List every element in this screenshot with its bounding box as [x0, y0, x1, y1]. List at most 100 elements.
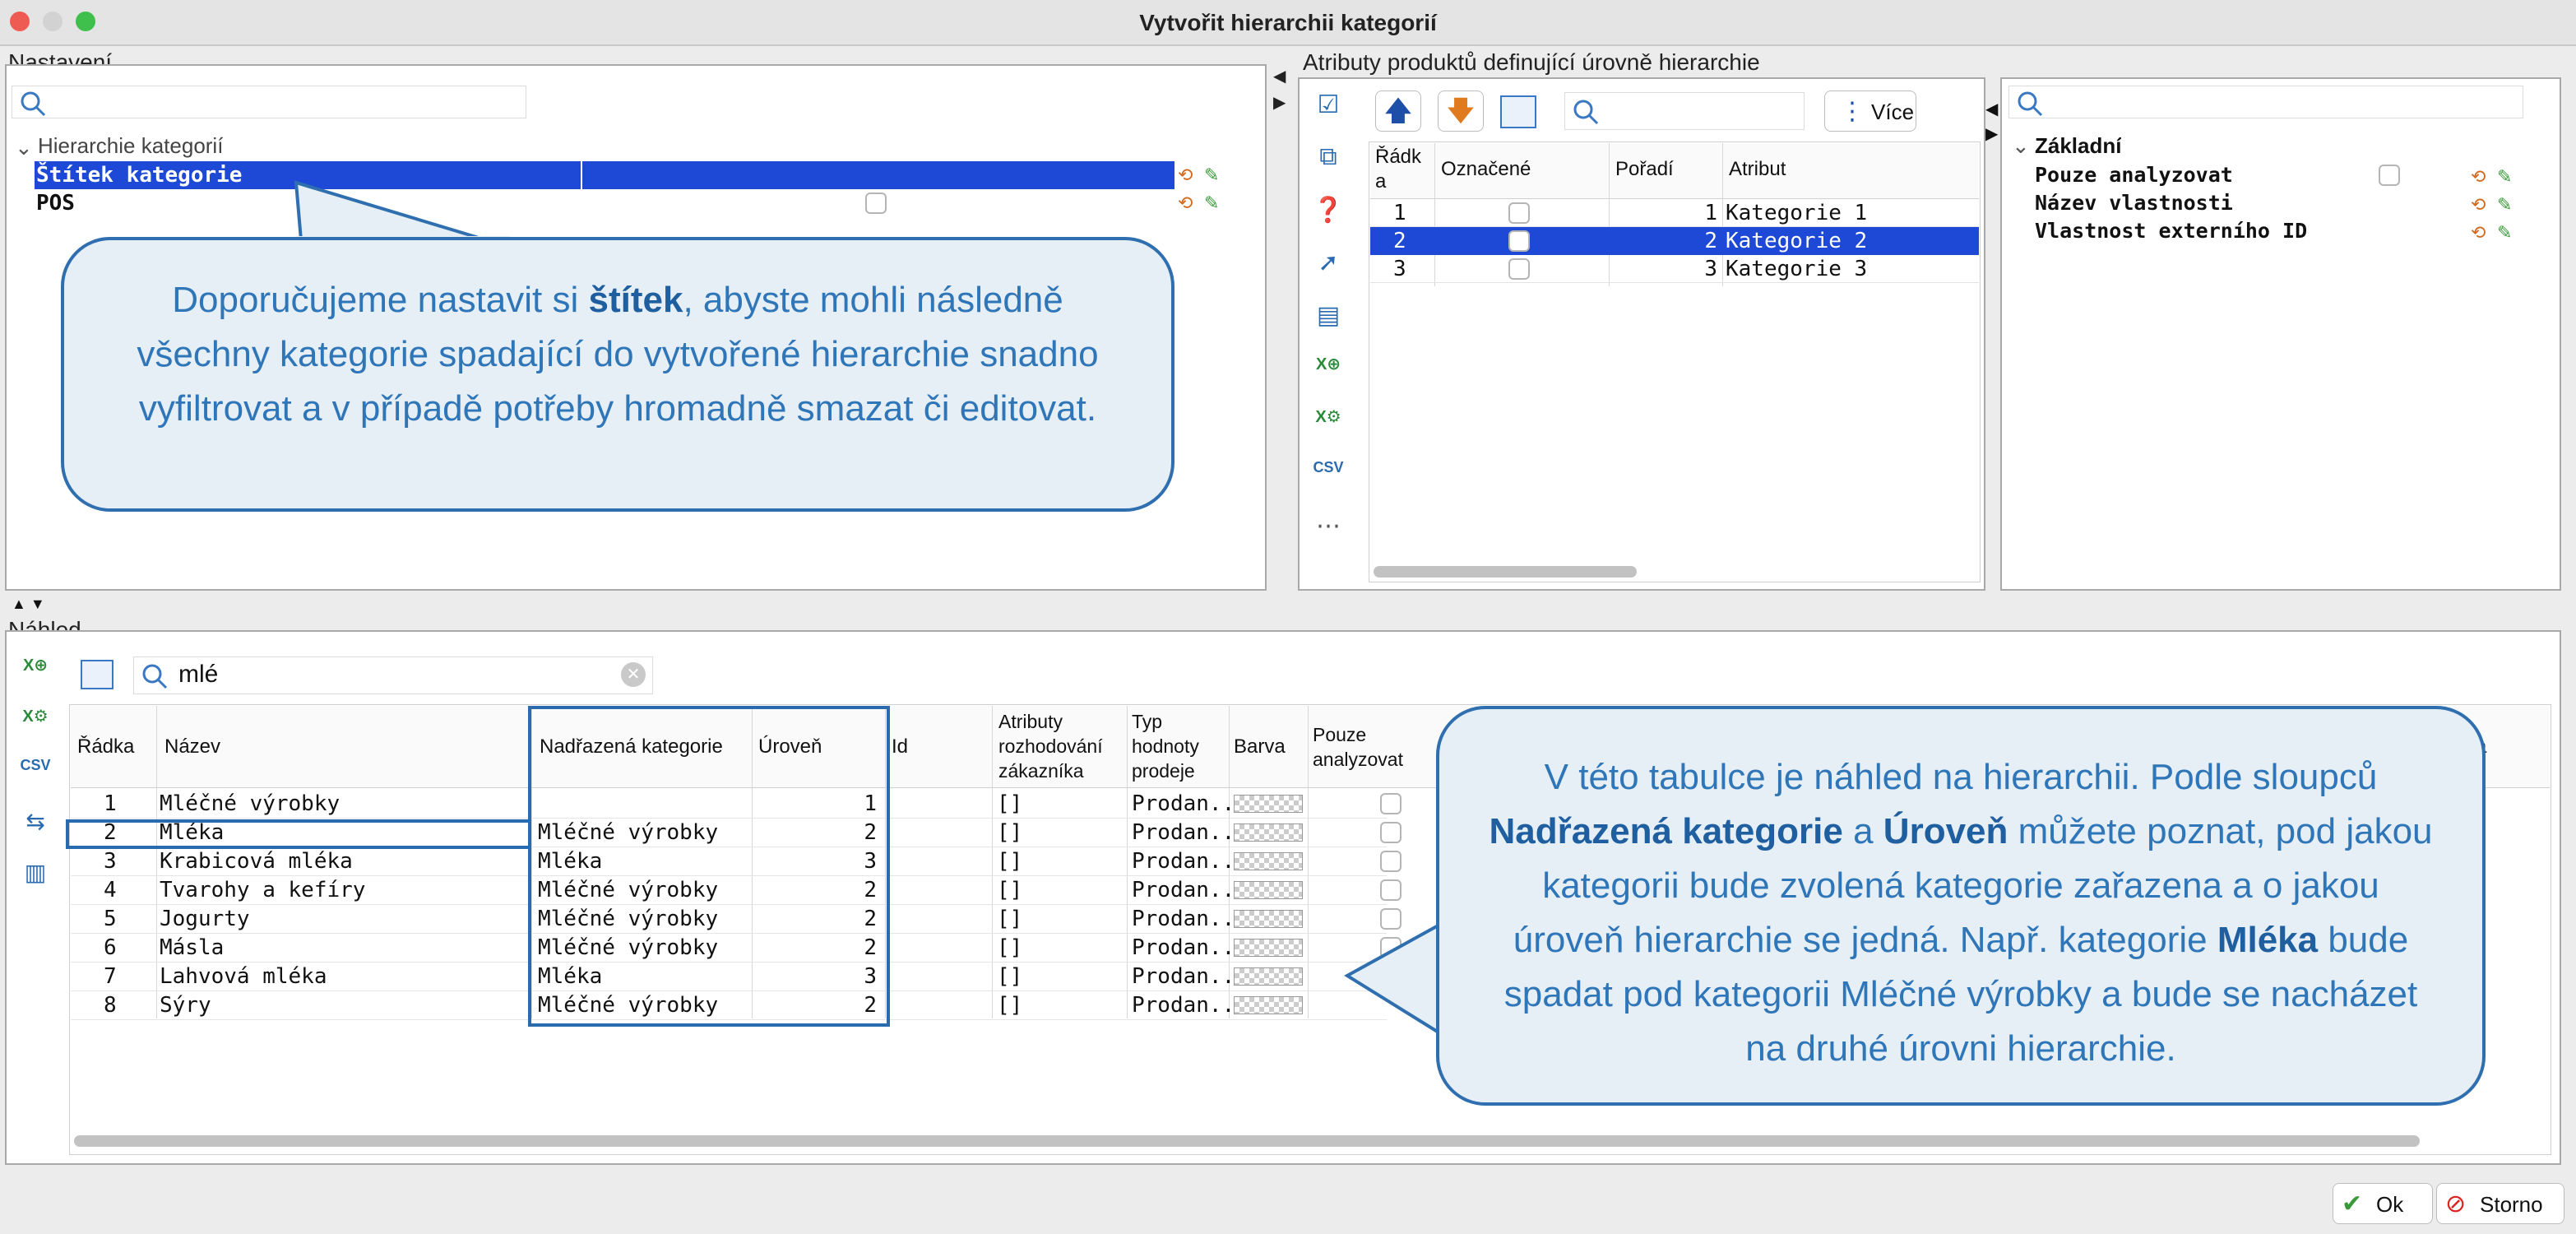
- pouze-analyzovat-checkbox[interactable]: [2379, 165, 2400, 186]
- csv-import-icon[interactable]: CSV: [1306, 459, 1351, 512]
- property-label: Název vlastnosti: [2035, 191, 2233, 215]
- cell-radka: 6: [104, 935, 117, 960]
- col-atributy-header: Atributy rozhodování zákazníka: [998, 711, 1103, 782]
- checklist-icon[interactable]: ☑: [1306, 90, 1351, 143]
- select-cursor-icon[interactable]: ➚: [1306, 248, 1351, 301]
- move-down-button[interactable]: 🡇: [1438, 90, 1484, 132]
- pouze-checkbox[interactable]: [1380, 793, 1402, 814]
- property-label-stitek: Štítek kategorie: [36, 163, 243, 188]
- edit-value-icon[interactable]: ✎: [1204, 165, 1219, 186]
- expand-right-arrow-icon[interactable]: ▶: [1985, 123, 1998, 144]
- property-label-pos: POS: [36, 191, 75, 216]
- color-swatch[interactable]: [1234, 967, 1303, 986]
- pouze-checkbox[interactable]: [1380, 822, 1402, 843]
- col-id-header: Id: [892, 735, 909, 758]
- more-dots-icon[interactable]: ⋯: [1306, 512, 1351, 545]
- collapse-left-arrow-icon[interactable]: ◀: [1985, 99, 1998, 119]
- table-export-icon[interactable]: ⇆: [12, 808, 59, 859]
- color-swatch[interactable]: [1234, 939, 1303, 957]
- collapse-left-arrow-icon[interactable]: ◀: [1273, 66, 1286, 86]
- search-icon: [21, 91, 46, 117]
- splitter-arrows-icon[interactable]: ▲ ▼: [12, 596, 45, 613]
- row-atribut: Kategorie 3: [1726, 257, 1868, 281]
- collapse-arrow-icon[interactable]: ⌄: [2012, 133, 2030, 159]
- cell-radka: 4: [104, 878, 117, 902]
- callout2-bold: Nadřazená kategorie: [1489, 811, 1843, 851]
- reset-value-icon[interactable]: ⟲: [1178, 193, 1193, 214]
- cell-radka: 1: [104, 791, 117, 816]
- nahled-search-input[interactable]: mlé ✕: [133, 656, 653, 694]
- csv-import-icon[interactable]: CSV: [12, 757, 59, 808]
- help-doc-icon[interactable]: ❓: [1306, 196, 1351, 248]
- row-atribut: Kategorie 1: [1726, 201, 1868, 225]
- group-zakladni: Základní: [2035, 133, 2122, 158]
- color-swatch[interactable]: [1234, 881, 1303, 899]
- color-swatch[interactable]: [1234, 852, 1303, 870]
- storno-button[interactable]: ⊘ Storno: [2436, 1183, 2564, 1224]
- more-button[interactable]: ⋮ Více: [1824, 90, 1916, 132]
- col-poradi-header: Pořadí: [1615, 158, 1674, 180]
- expand-right-arrow-icon[interactable]: ▶: [1273, 92, 1286, 113]
- nastaveni-search-input[interactable]: [12, 86, 526, 118]
- color-swatch[interactable]: [1234, 823, 1303, 842]
- excel-import-icon[interactable]: X⊕: [12, 655, 59, 706]
- copy-icon[interactable]: ⧉: [1306, 143, 1351, 196]
- table-settings-icon[interactable]: [1500, 95, 1536, 128]
- tip-callout-label: Doporučujeme nastavit si štítek, abyste …: [61, 237, 1174, 512]
- cell-atributy: []: [997, 907, 1023, 931]
- more-button-label: Více: [1871, 100, 1915, 124]
- row-poradi: 2: [1704, 229, 1717, 253]
- cell-nazev: Lahvová mléka: [160, 964, 327, 989]
- pouze-checkbox[interactable]: [1380, 879, 1402, 901]
- color-swatch[interactable]: [1234, 795, 1303, 813]
- clear-search-icon[interactable]: ✕: [621, 662, 646, 687]
- highlight-box-row: [66, 819, 531, 849]
- bar-chart-icon[interactable]: ▥: [12, 859, 59, 910]
- edit-value-icon[interactable]: ✎ ✎ ✎: [2497, 163, 2512, 247]
- callout-pointer: [1344, 920, 1447, 1038]
- cell-typ: Prodan...: [1132, 791, 1248, 816]
- horizontal-scrollbar[interactable]: [74, 1135, 2420, 1147]
- excel-settings-icon[interactable]: X⚙: [1306, 406, 1351, 459]
- pouze-checkbox[interactable]: [1380, 851, 1402, 872]
- row-checkbox[interactable]: [1508, 230, 1530, 252]
- cell-radka: 8: [104, 993, 117, 1018]
- storno-label: Storno: [2480, 1192, 2543, 1217]
- vertical-dots-icon: ⋮: [1840, 98, 1865, 125]
- horizontal-scrollbar[interactable]: [1374, 566, 1637, 578]
- cell-nazev: Másla: [160, 935, 225, 960]
- cell-atributy: []: [997, 964, 1023, 989]
- color-swatch[interactable]: [1234, 996, 1303, 1014]
- col-typ-header: Typ hodnoty prodeje: [1132, 711, 1199, 782]
- callout1-text: Doporučujeme nastavit si: [172, 280, 589, 320]
- col-atribut-header: Atribut: [1729, 158, 1786, 180]
- row-checkbox[interactable]: [1508, 258, 1530, 280]
- reset-value-icon[interactable]: ⟲ ⟲ ⟲: [2471, 163, 2486, 247]
- color-swatch[interactable]: [1234, 910, 1303, 928]
- edit-value-icon[interactable]: ✎: [1204, 193, 1219, 214]
- reset-value-icon[interactable]: ⟲: [1178, 165, 1193, 186]
- vlastnosti-search-input[interactable]: [2008, 86, 2523, 118]
- cell-atributy: []: [997, 878, 1023, 902]
- cell-nazev: Krabicová mléka: [160, 849, 353, 874]
- col-pouze-header: Pouze analyzovat: [1313, 724, 1403, 770]
- pos-checkbox[interactable]: [865, 193, 887, 214]
- cell-atributy: []: [997, 849, 1023, 874]
- excel-import-icon[interactable]: X⊕: [1306, 354, 1351, 406]
- info-callout-label: V této tabulce je náhled na hierarchii. …: [1436, 706, 2486, 1106]
- check-icon: ✔: [2342, 1190, 2363, 1218]
- row-checkbox[interactable]: [1508, 202, 1530, 224]
- collapse-arrow-icon[interactable]: ⌄: [15, 135, 33, 160]
- row-radka: 3: [1393, 257, 1406, 281]
- table-settings-icon[interactable]: [81, 660, 114, 689]
- cell-nazev: Sýry: [160, 993, 211, 1018]
- atributy-search-input[interactable]: [1564, 92, 1805, 130]
- clipboard-icon[interactable]: ▤: [1306, 301, 1351, 354]
- col-barva-header: Barva: [1234, 735, 1286, 758]
- callout1-bold: štítek: [588, 280, 683, 320]
- excel-settings-icon[interactable]: X⚙: [12, 706, 59, 757]
- col-radka-header: Řádka: [77, 735, 135, 758]
- cell-typ: Prodan...: [1132, 878, 1248, 902]
- move-up-button[interactable]: 🡅: [1375, 90, 1421, 132]
- ok-button[interactable]: ✔ Ok: [2333, 1183, 2433, 1224]
